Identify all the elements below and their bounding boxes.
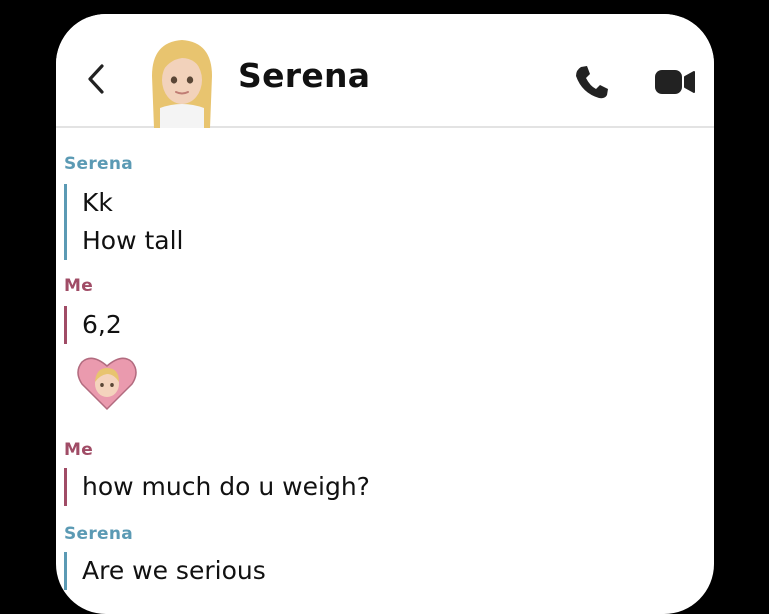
chat-messages: Serena Kk How tall Me 6,2 Me how much do…	[56, 128, 714, 614]
message-text: How tall	[82, 226, 184, 255]
message-bubble[interactable]: 6,2	[64, 306, 122, 344]
sender-label: Serena	[64, 154, 134, 174]
contact-avatar[interactable]	[146, 36, 218, 128]
chat-header: Serena	[56, 14, 714, 128]
message-text: Are we serious	[82, 556, 266, 585]
chat-screen: Serena Serena Kk How tall Me 6,2 Me how …	[56, 14, 714, 614]
phone-icon[interactable]	[572, 62, 612, 102]
message-text: 6,2	[82, 310, 122, 339]
video-camera-icon[interactable]	[654, 68, 696, 96]
heart-bitmoji-sticker[interactable]	[76, 354, 138, 412]
message-bubble[interactable]: Are we serious	[64, 552, 266, 590]
contact-name[interactable]: Serena	[238, 56, 370, 95]
sender-label: Me	[64, 440, 94, 460]
message-bubble[interactable]: Kk How tall	[64, 184, 184, 260]
sender-label: Serena	[64, 524, 134, 544]
message-bubble[interactable]: how much do u weigh?	[64, 468, 370, 506]
message-text: Kk	[82, 188, 113, 217]
message-text: how much do u weigh?	[82, 472, 370, 501]
back-chevron-icon[interactable]	[82, 62, 112, 96]
sender-label: Me	[64, 276, 94, 296]
